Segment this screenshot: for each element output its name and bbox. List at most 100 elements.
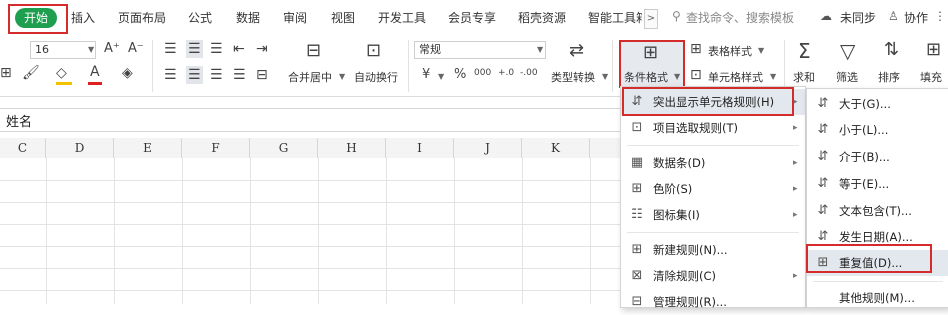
column-header-f[interactable]: F: [182, 138, 250, 158]
tab-smart-toolbox[interactable]: 智能工具箱: [588, 9, 642, 26]
cell-style-button[interactable]: 单元格样式: [708, 69, 763, 85]
increase-decimal-button[interactable]: +.0: [498, 69, 514, 78]
cloud-sync-icon[interactable]: ☁: [820, 9, 832, 23]
chevron-down-icon: ▼: [537, 45, 544, 54]
menu-item-less-than[interactable]: ⇵ 小于(L)...: [807, 117, 948, 143]
menu-divider: [813, 281, 943, 282]
menu-item-other-rules[interactable]: 其他规则(M)...: [807, 285, 948, 311]
tab-view[interactable]: 视图: [331, 9, 355, 26]
eraser-icon[interactable]: ◈: [122, 66, 133, 80]
table-style-button[interactable]: 表格样式: [708, 43, 752, 59]
menu-item-manage-rules[interactable]: ⊟ 管理规则(R)...: [621, 289, 805, 315]
filter-button[interactable]: 筛选: [836, 69, 858, 85]
chevron-right-icon: ▸: [793, 271, 798, 281]
thousands-separator-button[interactable]: 000: [474, 69, 491, 78]
chevron-down-icon: ▼: [339, 72, 346, 81]
indent-increase-icon[interactable]: ⇥: [256, 42, 268, 56]
menu-item-new-rule[interactable]: ⊞ 新建规则(N)...: [621, 237, 805, 263]
grid-col-line: [114, 158, 115, 304]
fill-button[interactable]: 填充: [920, 69, 942, 85]
sort-icon[interactable]: ⇅: [884, 41, 899, 59]
wrap-text-button[interactable]: 自动换行: [354, 69, 398, 85]
name-cell-content[interactable]: 姓名: [6, 111, 32, 130]
search-command-input[interactable]: 查找命令、搜索模板: [686, 9, 794, 26]
tab-data[interactable]: 数据: [236, 9, 260, 26]
menu-item-equal-to[interactable]: ⇵ 等于(E)...: [807, 171, 948, 197]
sync-status[interactable]: 未同步: [840, 9, 876, 26]
separator: [152, 40, 153, 92]
conditional-format-icon[interactable]: ⊞: [643, 44, 658, 62]
chevron-right-icon: ▸: [793, 158, 798, 168]
font-shrink-icon[interactable]: A⁻: [128, 42, 144, 55]
tab-insert[interactable]: 插入: [71, 9, 95, 26]
column-header-j[interactable]: J: [454, 138, 522, 158]
tab-docer-resources[interactable]: 稻壳资源: [518, 9, 566, 26]
menu-item-color-scale[interactable]: ⊞ 色阶(S) ▸: [621, 176, 805, 202]
menu-item-between[interactable]: ⇵ 介于(B)...: [807, 144, 948, 170]
align-bottom-icon[interactable]: ☰: [210, 42, 223, 56]
column-header-k[interactable]: K: [522, 138, 590, 158]
grid-col-line: [46, 158, 47, 304]
font-grow-icon[interactable]: A⁺: [104, 42, 120, 55]
less-than-icon: ⇵: [817, 122, 829, 137]
menu-item-greater-than[interactable]: ⇵ 大于(G)...: [807, 91, 948, 117]
align-right-icon[interactable]: ☰: [210, 68, 223, 82]
type-convert-icon[interactable]: ⇄: [569, 42, 584, 60]
fill-color-icon[interactable]: ◇: [56, 66, 67, 80]
tab-review[interactable]: 审阅: [283, 9, 307, 26]
tab-page-layout[interactable]: 页面布局: [118, 9, 166, 26]
separator: [408, 40, 409, 92]
menu-item-clear-rules[interactable]: ⊠ 清除规则(C) ▸: [621, 263, 805, 289]
fill-icon[interactable]: ⊞: [926, 41, 941, 59]
tab-home[interactable]: 开始: [15, 8, 57, 28]
grid-col-line: [182, 158, 183, 304]
column-header-i[interactable]: I: [386, 138, 454, 158]
menu-item-icon-sets[interactable]: ☷ 图标集(I) ▸: [621, 202, 805, 228]
column-header-e[interactable]: E: [114, 138, 182, 158]
justify-icon[interactable]: ☰: [233, 68, 246, 82]
cell-style-icon[interactable]: ⊡: [690, 68, 702, 82]
sum-button[interactable]: 求和: [793, 69, 815, 85]
align-middle-icon[interactable]: ☰: [186, 40, 203, 58]
border-icon[interactable]: ⊞: [0, 66, 12, 80]
search-icon[interactable]: ⚲: [672, 9, 681, 23]
conditional-format-button[interactable]: 条件格式: [624, 69, 668, 85]
more-menu-icon[interactable]: ⋮: [934, 9, 946, 23]
filter-icon[interactable]: ▽: [840, 41, 855, 61]
percent-button[interactable]: %: [454, 68, 466, 81]
align-center-icon[interactable]: ☰: [186, 66, 203, 84]
column-header-h[interactable]: H: [318, 138, 386, 158]
number-format-select[interactable]: 常规: [414, 41, 546, 59]
align-top-icon[interactable]: ☰: [164, 42, 177, 56]
between-icon: ⇵: [817, 149, 829, 164]
collab-user-icon[interactable]: ♙: [888, 9, 899, 23]
menu-item-data-bars[interactable]: ▦ 数据条(D) ▸: [621, 150, 805, 176]
table-style-icon[interactable]: ⊞: [690, 42, 702, 56]
menu-item-top-bottom-rules[interactable]: ⊡ 项目选取规则(T) ▸: [621, 115, 805, 141]
sum-icon[interactable]: Σ: [798, 41, 811, 61]
type-convert-button[interactable]: 类型转换: [551, 69, 595, 85]
collab-button[interactable]: 协作: [904, 9, 928, 26]
align-left-icon[interactable]: ☰: [164, 68, 177, 82]
decrease-decimal-button[interactable]: -.00: [520, 69, 538, 78]
font-size-select[interactable]: 16: [30, 41, 96, 59]
tab-scroll-more[interactable]: >: [644, 9, 658, 29]
menu-item-text-contains[interactable]: ⇵ 文本包含(T)...: [807, 198, 948, 224]
currency-button[interactable]: ¥: [422, 68, 430, 81]
ribbon-tab-bar: 开始 插入 页面布局 公式 数据 审阅 视图 开发工具 会员专享 稻壳资源 智能…: [0, 0, 948, 37]
tab-member[interactable]: 会员专享: [448, 9, 496, 26]
merge-center-button[interactable]: 合并居中: [288, 69, 332, 85]
indent-decrease-icon[interactable]: ⇤: [233, 42, 245, 56]
wrap-text-icon[interactable]: ⊡: [366, 42, 381, 60]
distribute-icon[interactable]: ⊟: [256, 68, 268, 82]
format-painter-icon[interactable]: 🖌: [22, 66, 40, 80]
tab-formulas[interactable]: 公式: [188, 9, 212, 26]
sort-button[interactable]: 排序: [878, 69, 900, 85]
font-color-icon[interactable]: A: [90, 65, 100, 79]
column-header-g[interactable]: G: [250, 138, 318, 158]
tab-developer[interactable]: 开发工具: [378, 9, 426, 26]
column-header-c[interactable]: C: [0, 138, 46, 158]
merge-center-icon[interactable]: ⊟: [306, 42, 321, 60]
grid-col-line: [250, 158, 251, 304]
column-header-d[interactable]: D: [46, 138, 114, 158]
